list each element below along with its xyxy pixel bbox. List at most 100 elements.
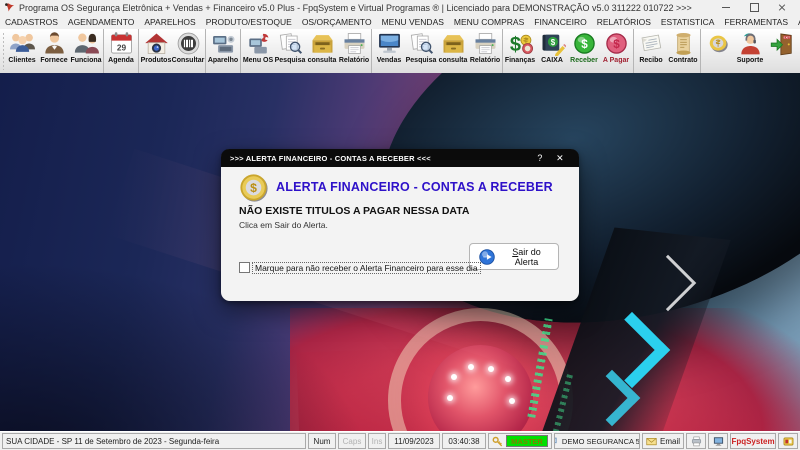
status-cell-caps-lock: Caps <box>338 433 366 449</box>
svg-text:$: $ <box>581 38 588 51</box>
toolbar-button-label: Menu OS <box>242 57 274 64</box>
status-cell-num-lock: Num <box>308 433 336 449</box>
menu-item-aparelhos[interactable]: APARELHOS <box>144 17 195 27</box>
toolbar-button-produtos[interactable]: Produtos <box>140 29 172 73</box>
close-button[interactable] <box>768 0 796 15</box>
monitor-icon <box>376 30 403 57</box>
toolbar-button-sair[interactable]: EXIT <box>766 29 798 73</box>
status-cell-ins-lock: Ins <box>368 433 386 449</box>
menu-item-cadastros[interactable]: CADASTROS <box>5 17 58 27</box>
toolbar-grip <box>2 32 4 70</box>
device-red-icon <box>245 30 272 57</box>
skip-alert-checkbox[interactable] <box>239 262 250 273</box>
toolbar-button-consultar[interactable]: Consultar <box>172 29 204 73</box>
two-people-icon <box>73 30 100 57</box>
status-cell-network[interactable] <box>708 433 728 449</box>
toolbar-button-moeda[interactable] <box>702 29 734 73</box>
close-icon <box>778 4 786 12</box>
menu-item-produto-estoque[interactable]: PRODUTO/ESTOQUE <box>206 17 292 27</box>
toolbar-button-receber[interactable]: $ Receber <box>568 29 600 73</box>
menu-item-label: OS/ORÇAMENTO <box>301 17 372 27</box>
toolbar-button-relatorio-vendas[interactable]: Relatório <box>469 29 501 73</box>
status-cell-company: DEMO SEGURANCA 5.0 <box>554 433 640 449</box>
window-titlebar: Programa OS Segurança Eletrônica + Venda… <box>0 0 800 15</box>
toolbar-button-consulta-vendas[interactable]: consulta <box>437 29 469 73</box>
toolbar-group: Recibo Contrato <box>633 29 700 73</box>
menu-item-label: PRODUTO/ESTOQUE <box>205 17 292 27</box>
dialog-titlebar[interactable]: >>> ALERTA FINANCEIRO - CONTAS A RECEBER… <box>221 149 579 167</box>
toolbar-button-label: Agenda <box>108 57 134 64</box>
file-drawer-icon <box>440 30 467 57</box>
toolbar-button-label: Finanças <box>504 57 536 64</box>
status-cell-date: 11/09/2023 <box>388 433 440 449</box>
toolbar-button-relatorio-os[interactable]: Relatório <box>338 29 370 73</box>
toolbar-button-label: Pesquisa <box>405 57 437 64</box>
menu-item-ferramentas[interactable]: FERRAMENTAS <box>724 17 788 27</box>
status-cell-text: Caps <box>342 436 362 446</box>
status-cell-email[interactable]: Email <box>642 433 684 449</box>
dialog-close-button[interactable]: ✕ <box>550 153 570 164</box>
led-dot <box>505 376 511 382</box>
toolbar-button-agenda[interactable]: 29 Agenda <box>105 29 137 73</box>
toolbar-button-pesquisa-vendas[interactable]: Pesquisa <box>405 29 437 73</box>
coin-icon: $ <box>239 173 269 203</box>
status-cell-brand[interactable]: FpqSystem <box>730 433 776 449</box>
alert-dialog: >>> ALERTA FINANCEIRO - CONTAS A RECEBER… <box>221 149 579 301</box>
toolbar-button-label: Relatório <box>338 57 370 64</box>
svg-text:$: $ <box>613 38 620 51</box>
menu-item-financeiro[interactable]: FINANCEIRO <box>534 17 586 27</box>
toolbar-group: 29 Agenda <box>103 29 138 73</box>
toolbar-button-a-pagar[interactable]: $ A Pagar <box>600 29 632 73</box>
device-gray-icon <box>210 30 237 57</box>
toolbar-button-aparelho[interactable]: Aparelho <box>207 29 239 73</box>
toolbar-button-funcionarios[interactable]: Funciona <box>70 29 102 73</box>
toolbar-group: Vendas Pesquisa consulta Relatório <box>371 29 502 73</box>
menu-item-menu-vendas[interactable]: MENU VENDAS <box>382 17 444 27</box>
menu-item-label: CADASTROS <box>5 17 58 27</box>
window-title: Programa OS Segurança Eletrônica + Venda… <box>19 2 692 13</box>
dialog-help-button[interactable]: ? <box>530 153 550 163</box>
menu-item-estatistica[interactable]: ESTATISTICA <box>661 17 715 27</box>
menu-item-agendamento[interactable]: AGENDAMENTO <box>68 17 134 27</box>
person-icon <box>41 30 68 57</box>
toolbar-button-consulta-os[interactable]: consulta <box>306 29 338 73</box>
status-cell-text: DEMO SEGURANCA 5.0 <box>561 436 640 446</box>
toolbar-button-pesquisa-os[interactable]: Pesquisa <box>274 29 306 73</box>
button-rest: air do Alerta <box>514 246 541 267</box>
status-cell-text: SUA CIDADE - SP 11 de Setembro de 2023 -… <box>6 436 220 446</box>
menu-item-os-or-amento[interactable]: OS/ORÇAMENTO <box>302 17 372 27</box>
toolbar-button-menu-os[interactable]: Menu OS <box>242 29 274 73</box>
sair-do-alerta-button[interactable]: Sair do Alerta <box>469 243 559 270</box>
exit-door-icon: EXIT <box>769 30 796 57</box>
menu-item-relat-rios[interactable]: RELATÓRIOS <box>597 17 651 27</box>
status-bar: SUA CIDADE - SP 11 de Setembro de 2023 -… <box>0 431 800 450</box>
dialog-heading: ALERTA FINANCEIRO - CONTAS A RECEBER <box>276 180 553 194</box>
dollar-green-icon: $ <box>571 30 598 57</box>
status-cell-text: 03:40:38 <box>448 436 480 446</box>
menu-item-label: RELATÓRIOS <box>596 17 651 27</box>
app-logo-icon <box>4 2 15 13</box>
minimize-button[interactable] <box>712 0 740 15</box>
toolbar-button-recibo[interactable]: Recibo <box>635 29 667 73</box>
receipt-icon <box>638 30 665 57</box>
status-cell-print[interactable] <box>686 433 706 449</box>
menu-item-menu-compras[interactable]: MENU COMPRAS <box>454 17 524 27</box>
toolbar-button-vendas[interactable]: Vendas <box>373 29 405 73</box>
dialog-title: >>> ALERTA FINANCEIRO - CONTAS A RECEBER… <box>230 153 431 163</box>
status-cell-text: 11/09/2023 <box>394 436 434 446</box>
toolbar-button-clientes[interactable]: Clientes <box>6 29 38 73</box>
toolbar-button-suporte[interactable]: Suporte <box>734 29 766 73</box>
svg-text:EXIT: EXIT <box>783 35 790 39</box>
toolbar-button-fornecedores[interactable]: Fornece <box>38 29 70 73</box>
toolbar-button-caixa[interactable]: $ CAIXA <box>536 29 568 73</box>
menu-bar: CADASTROS AGENDAMENTO APARELHOS PRODUTO/EST… <box>0 15 800 29</box>
toolbar-button-financas[interactable]: $ Finanças <box>504 29 536 73</box>
file-drawer-icon <box>309 30 336 57</box>
status-cell-text: Num <box>313 436 331 446</box>
toolbar-group: Suporte EXIT <box>700 29 799 73</box>
printer-icon <box>691 436 702 447</box>
toolbar-button-contrato[interactable]: Contrato <box>667 29 699 73</box>
svg-text:$: $ <box>550 38 555 47</box>
toolbar-button-label: consulta <box>438 57 468 64</box>
maximize-button[interactable] <box>740 0 768 15</box>
